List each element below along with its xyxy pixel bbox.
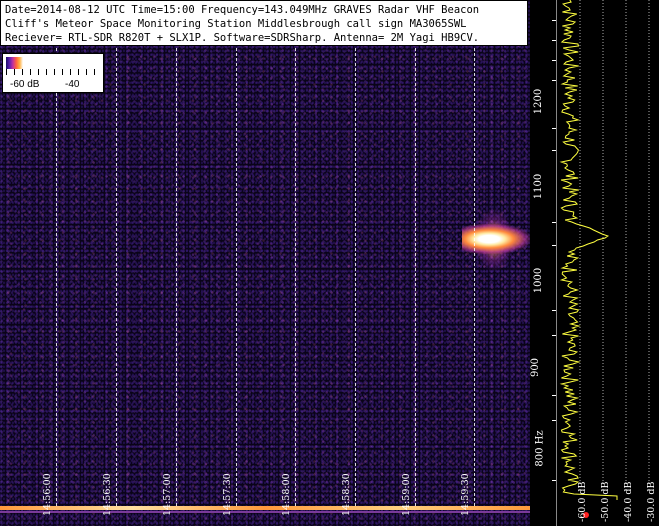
db-label: -40.0 dB	[623, 481, 634, 522]
meteor-echo	[462, 224, 530, 254]
freq-label: 1000	[533, 267, 545, 294]
spectrum-panel	[556, 0, 659, 526]
spectrum-trace	[559, 0, 618, 500]
carrier-band	[0, 506, 530, 510]
info-date-frequency: Date=2014-08-12 UTC Time=15:00 Frequency…	[5, 4, 480, 16]
time-gridline	[116, 48, 117, 506]
time-label: 14:56:30	[102, 473, 113, 516]
time-label: 14:58:30	[341, 473, 352, 516]
db-label: -30.0 dB	[646, 481, 657, 522]
time-gridline	[176, 48, 177, 506]
db-label: -50.0 dB	[600, 481, 611, 522]
time-gridline	[236, 48, 237, 506]
color-scale-legend: -60 dB -40	[2, 53, 104, 93]
time-gridline	[56, 48, 57, 506]
time-label: 14:57:30	[222, 473, 233, 516]
freq-label: 1200	[533, 88, 545, 115]
time-label: 14:59:30	[460, 473, 471, 516]
carrier-band-lower	[0, 511, 530, 513]
legend-high-label: -40	[65, 79, 80, 90]
color-scale-ticks	[6, 69, 100, 75]
db-label: -60.0 dB	[577, 481, 588, 522]
info-receiver: Reciever= RTL-SDR R820T + SLX1P. Softwar…	[5, 32, 480, 44]
freq-label: 900	[530, 357, 542, 378]
time-label: 14:57:00	[162, 473, 173, 516]
info-station: Cliff's Meteor Space Monitoring Station …	[5, 18, 467, 30]
time-label: 14:56:00	[42, 473, 53, 516]
time-gridline	[415, 48, 416, 506]
time-gridline	[295, 48, 296, 506]
time-gridline	[355, 48, 356, 506]
freq-label: 1100	[533, 173, 545, 200]
station-info-box: Date=2014-08-12 UTC Time=15:00 Frequency…	[0, 0, 528, 46]
freq-label: 800 Hz	[534, 430, 546, 467]
frequency-axis: 1200 1100 1000 900 800 Hz	[530, 0, 556, 526]
time-label: 14:59:00	[401, 473, 412, 516]
legend-low-label: -60 dB	[10, 79, 40, 90]
time-label: 14:58:00	[281, 473, 292, 516]
time-gridline	[474, 48, 475, 506]
color-scale-bar	[6, 57, 23, 69]
spectrum-plot	[559, 0, 650, 500]
